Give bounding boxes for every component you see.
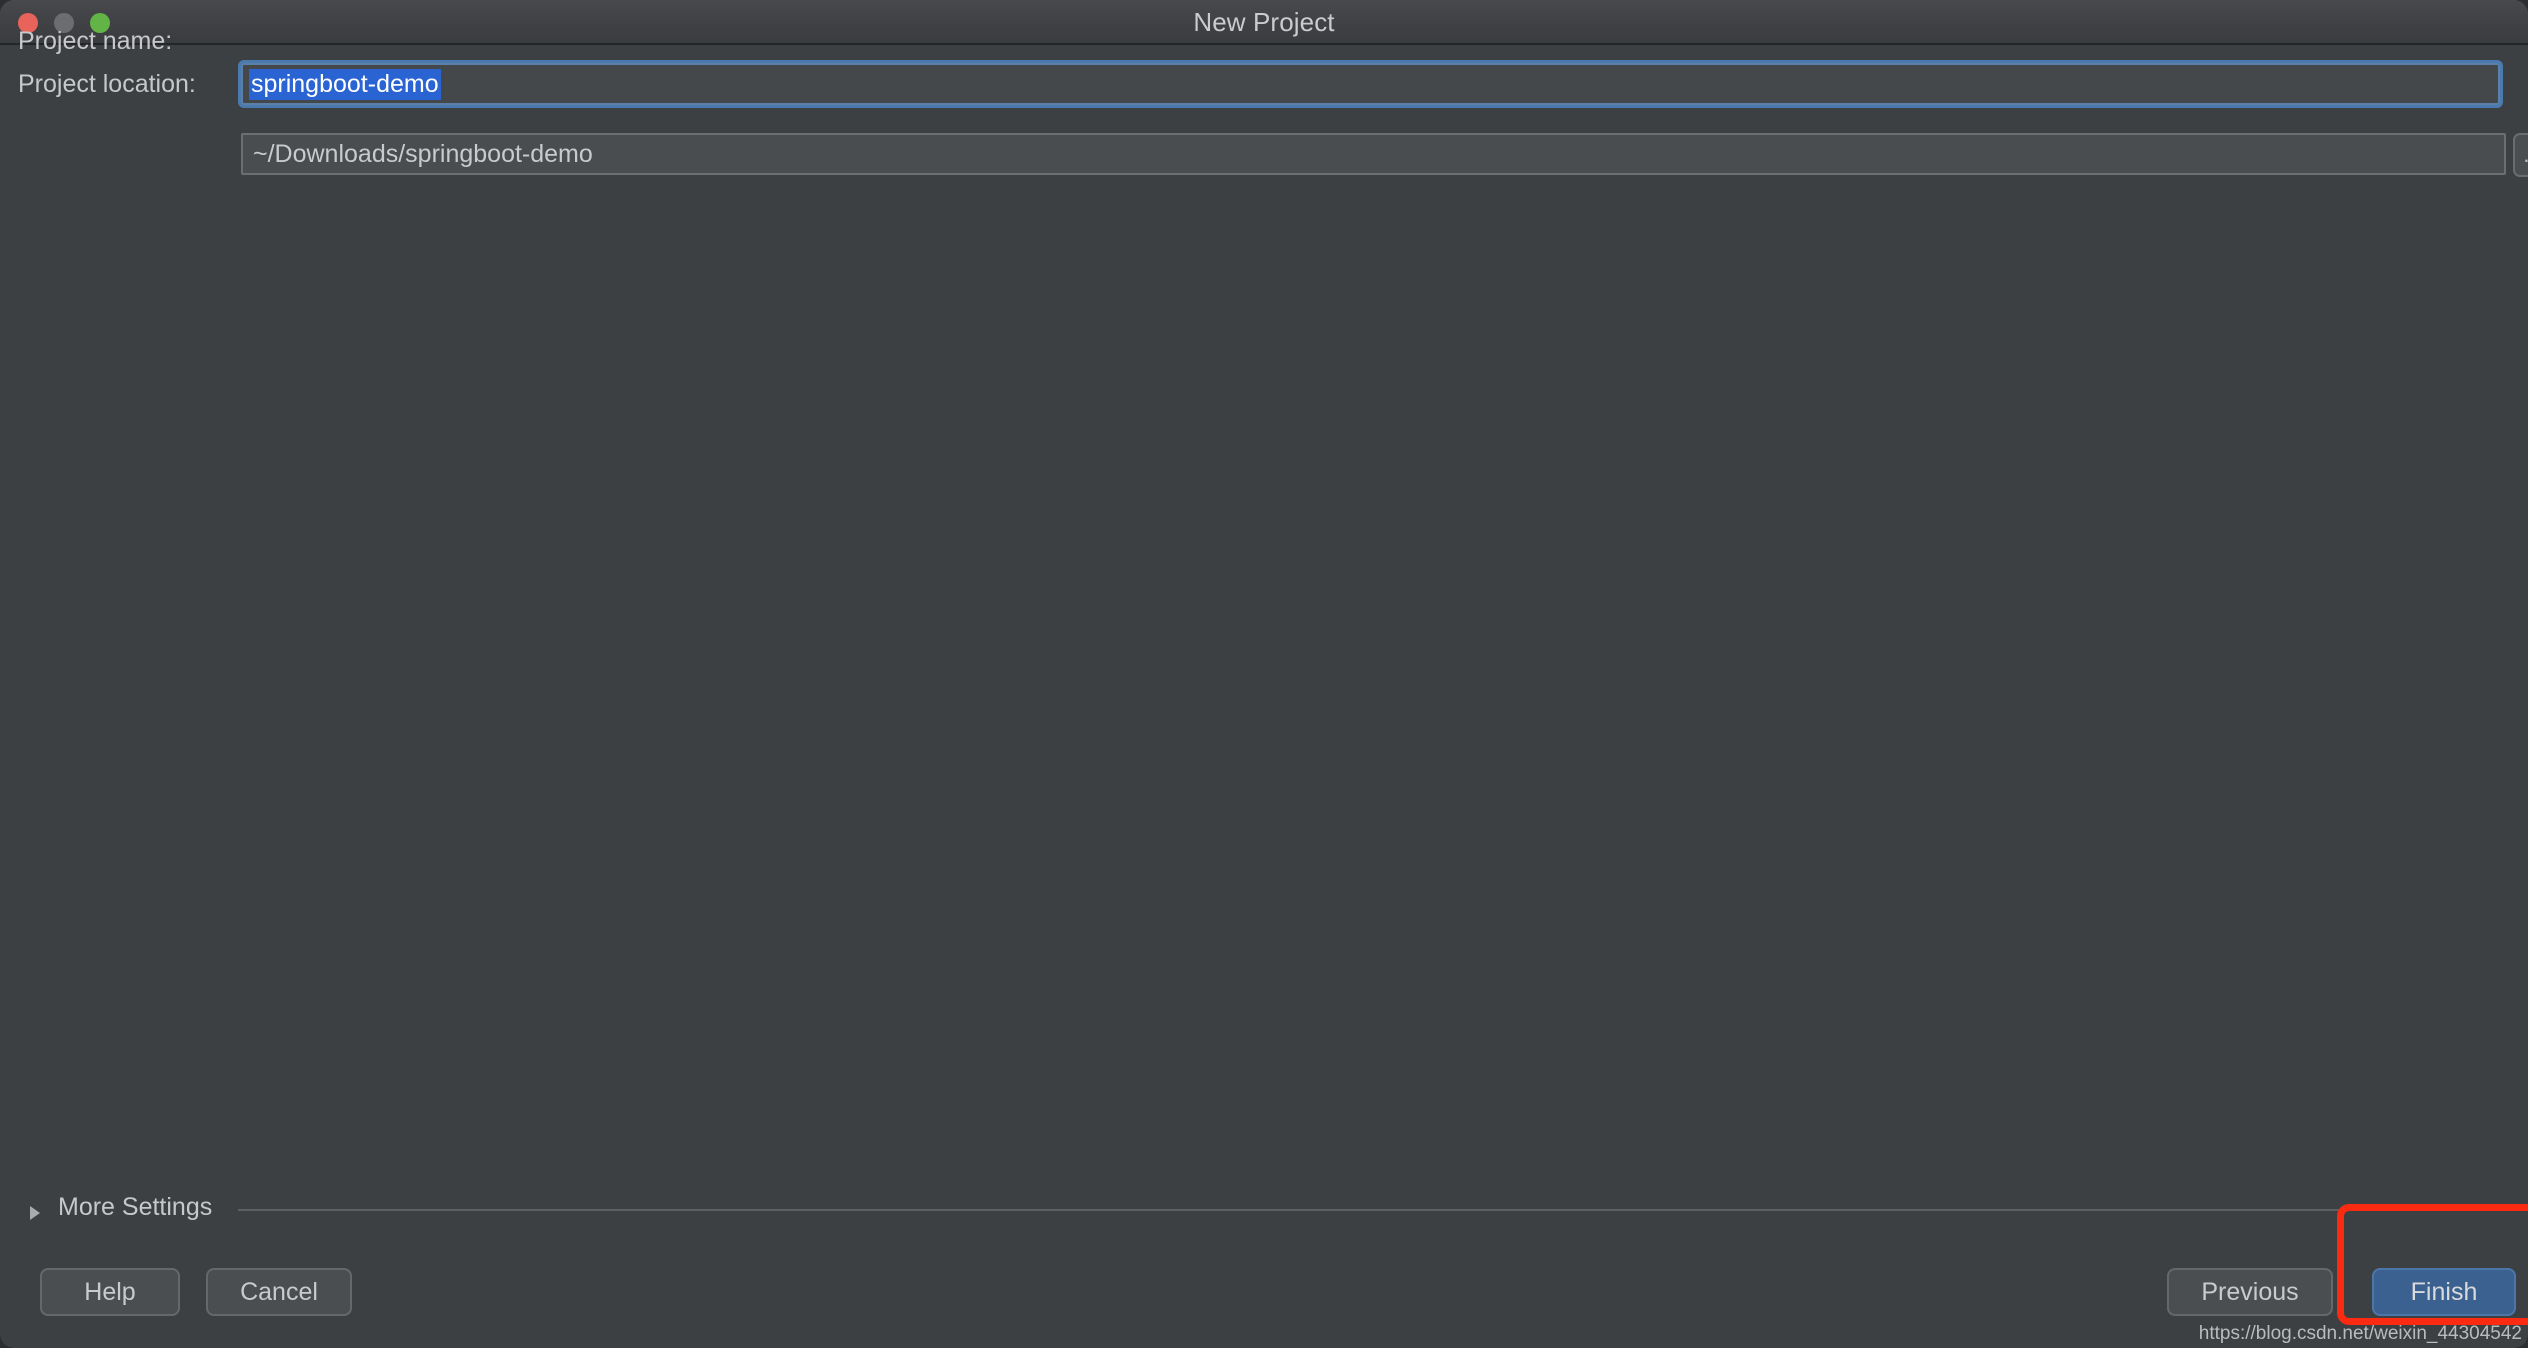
watermark-text: https://blog.csdn.net/weixin_44304542	[2198, 1323, 2522, 1344]
project-location-input[interactable]: ~/Downloads/springboot-demo	[241, 133, 2506, 175]
window-title: New Project	[1193, 7, 1335, 37]
previous-button[interactable]: Previous	[2167, 1268, 2333, 1316]
triangle-right-icon	[30, 1206, 40, 1220]
window-titlebar: New Project	[0, 0, 2528, 45]
project-location-label: Project location:	[18, 70, 196, 98]
browse-folder-button[interactable]: ...	[2513, 133, 2528, 177]
cancel-button[interactable]: Cancel	[206, 1268, 352, 1316]
more-settings-section[interactable]: More Settings	[0, 1191, 2528, 1231]
project-name-value: springboot-demo	[249, 69, 441, 100]
more-settings-label: More Settings	[58, 1193, 213, 1221]
project-name-input[interactable]: springboot-demo	[241, 63, 2500, 105]
new-project-dialog: New Project Project name: springboot-dem…	[0, 0, 2528, 1348]
project-location-value: ~/Downloads/springboot-demo	[253, 140, 593, 168]
section-divider	[238, 1209, 2510, 1211]
help-button[interactable]: Help	[40, 1268, 180, 1316]
finish-button[interactable]: Finish	[2372, 1268, 2516, 1316]
project-name-label: Project name:	[18, 27, 173, 55]
